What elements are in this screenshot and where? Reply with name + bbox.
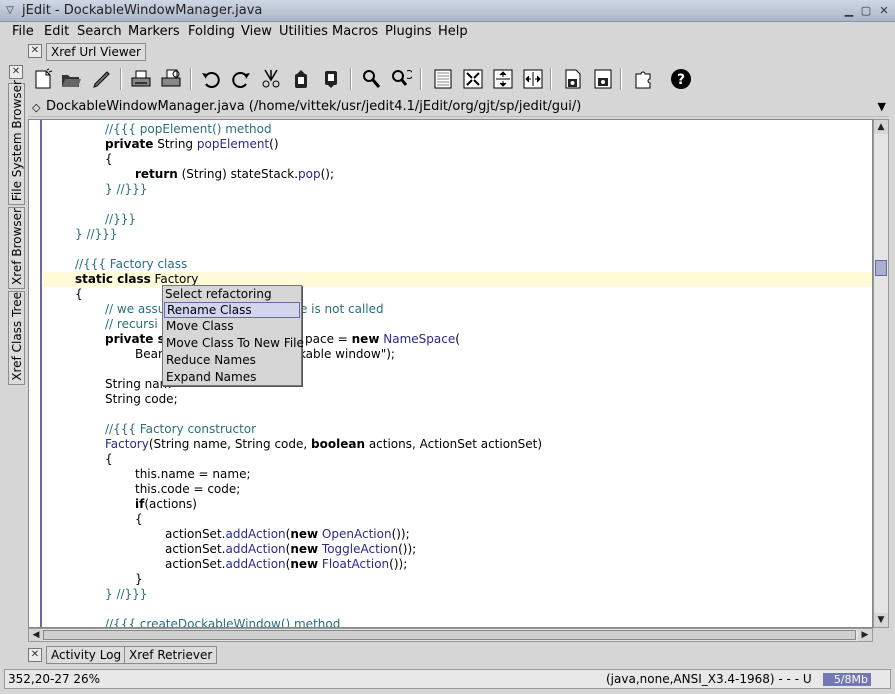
menu-file[interactable]: File [12,24,34,39]
window-title: jEdit - DockableWindowManager.java [22,3,263,18]
window-menu-icon[interactable]: ▽ [3,4,17,18]
cut-icon[interactable] [258,66,284,92]
help-icon[interactable]: ? [668,66,694,92]
memory-status[interactable]: 5/8Mb [823,673,871,686]
menu-view[interactable]: View [241,24,272,39]
maximize-icon[interactable]: ▢ [858,4,874,18]
code-line: { [75,287,83,301]
scroll-thumb[interactable] [43,630,856,640]
buffer-options-icon[interactable] [560,66,586,92]
search-replace-icon[interactable] [388,66,414,92]
menu-search[interactable]: Search [77,24,122,39]
vertical-scrollbar[interactable]: ▲ ▼ [873,119,889,628]
open-file-icon[interactable] [58,66,84,92]
code-line: //}}} [105,212,136,226]
redo-icon[interactable] [228,66,254,92]
tab-file-system-browser[interactable]: File System Browser [8,80,25,205]
code-line: private String popElement() [105,137,279,151]
code-line: } //}}} [105,587,148,601]
caret-position: 352,20-27 26% [8,672,101,686]
left-dock-close-icon[interactable]: ✕ [9,65,23,79]
print-preview-icon[interactable] [158,66,184,92]
code-line: actionSet.addAction(new OpenAction()); [165,527,410,541]
status-bar: 352,20-27 26% (java,none,ANSI_X3.4-1968)… [4,669,891,689]
scroll-right-icon[interactable]: ▶ [858,629,872,641]
code-line: // we assu ode is not called [105,302,384,316]
new-file-icon[interactable] [30,66,56,92]
menu-edit[interactable]: Edit [44,24,69,39]
code-line: //{{{ createDockableWindow() method [105,617,341,628]
buffer-switcher[interactable]: ◇ DockableWindowManager.java (/home/vitt… [28,97,889,117]
unsplit-icon[interactable] [460,66,486,92]
svg-text:?: ? [677,72,685,88]
code-line: actionSet.addAction(new ToggleAction()); [165,542,417,556]
gutter[interactable] [29,120,42,627]
code-line: //{{{ Factory class [75,257,188,271]
search-icon[interactable] [358,66,384,92]
menu-item-rename-class[interactable]: Rename Class [164,302,300,318]
menu-macros[interactable]: Macros [332,24,378,39]
menu-item-move-class[interactable]: Move Class [164,319,300,335]
print-icon[interactable] [128,66,154,92]
menu-folding[interactable]: Folding [188,24,235,39]
scroll-thumb[interactable] [875,260,887,276]
code-line: } //}}} [105,182,148,196]
code-line: { [135,512,143,526]
code-line: //{{{ popElement() method [105,122,272,136]
menu-help[interactable]: Help [438,24,468,39]
scroll-up-icon[interactable]: ▲ [874,120,888,134]
paste-icon[interactable] [318,66,344,92]
edit-pencil-icon[interactable] [88,66,114,92]
menu-item-move-class-to-new-file[interactable]: Move Class To New File [164,336,304,352]
text-area-icon[interactable] [430,66,456,92]
horizontal-scrollbar[interactable]: ◀ ▶ [28,628,873,642]
menu-bar: File Edit Search Markers Folding View Ut… [0,22,895,42]
split-horizontal-icon[interactable] [490,66,516,92]
tab-xref-url-viewer[interactable]: Xref Url Viewer [46,43,146,61]
bottom-dock-close-icon[interactable]: ✕ [28,648,42,662]
plugin-manager-icon[interactable] [630,66,656,92]
code-line: return (String) stateStack.pop(); [135,167,335,181]
text-area[interactable]: //{{{ popElement() method private String… [28,119,873,628]
code-line: this.code = code; [135,482,241,496]
buffer-mode[interactable]: (java,none,ANSI_X3.4-1968) - - - U [606,672,812,686]
copy-icon[interactable] [288,66,314,92]
undo-icon[interactable] [198,66,224,92]
buffer-status-icon: ◇ [32,101,41,114]
code-line: if(actions) [135,497,197,511]
tab-xref-retriever[interactable]: Xref Retriever [124,646,218,664]
tab-xref-browser[interactable]: Xref Browser [8,207,25,289]
top-dock-close-icon[interactable]: ✕ [28,44,42,58]
code-line: { [105,452,113,466]
scroll-down-icon[interactable]: ▼ [874,613,888,627]
refactoring-popup: Select refactoring from: Rename Class Mo… [162,285,304,386]
code-line: } //}}} [75,227,118,241]
close-icon[interactable]: ✕ [876,4,892,18]
menu-markers[interactable]: Markers [128,24,180,39]
title-bar[interactable]: ▽ jEdit - DockableWindowManager.java ▁ ▢… [0,0,895,22]
tab-xref-class-tree[interactable]: Xref Class Tree [8,291,25,385]
toolbar: ? [28,62,895,96]
chevron-down-icon[interactable]: ▼ [878,100,886,113]
code-line: // recursi [105,317,158,331]
global-options-icon[interactable] [590,66,616,92]
code-line: } [135,572,143,586]
tab-activity-log[interactable]: Activity Log [46,646,127,664]
split-vertical-icon[interactable] [520,66,546,92]
menu-item-reduce-names[interactable]: Reduce Names [164,353,300,369]
code-line: String code; [105,392,178,406]
scroll-left-icon[interactable]: ◀ [29,629,43,641]
menu-item-expand-names[interactable]: Expand Names [164,370,300,386]
code-line: private st pace = new NameSpace( [105,332,460,346]
code-line: Bean ockable window"); [135,347,395,361]
menu-plugins[interactable]: Plugins [385,24,432,39]
buffer-name: DockableWindowManager.java (/home/vittek… [46,99,582,114]
code-line: this.name = name; [135,467,251,481]
menu-utilities[interactable]: Utilities [279,24,328,39]
code-line: Factory(String name, String code, boolea… [105,437,543,451]
minimize-icon[interactable]: ▁ [841,4,857,18]
code-line: { [105,152,113,166]
code-line: actionSet.addAction(new FloatAction()); [165,557,408,571]
code-line: //{{{ Factory constructor [105,422,257,436]
